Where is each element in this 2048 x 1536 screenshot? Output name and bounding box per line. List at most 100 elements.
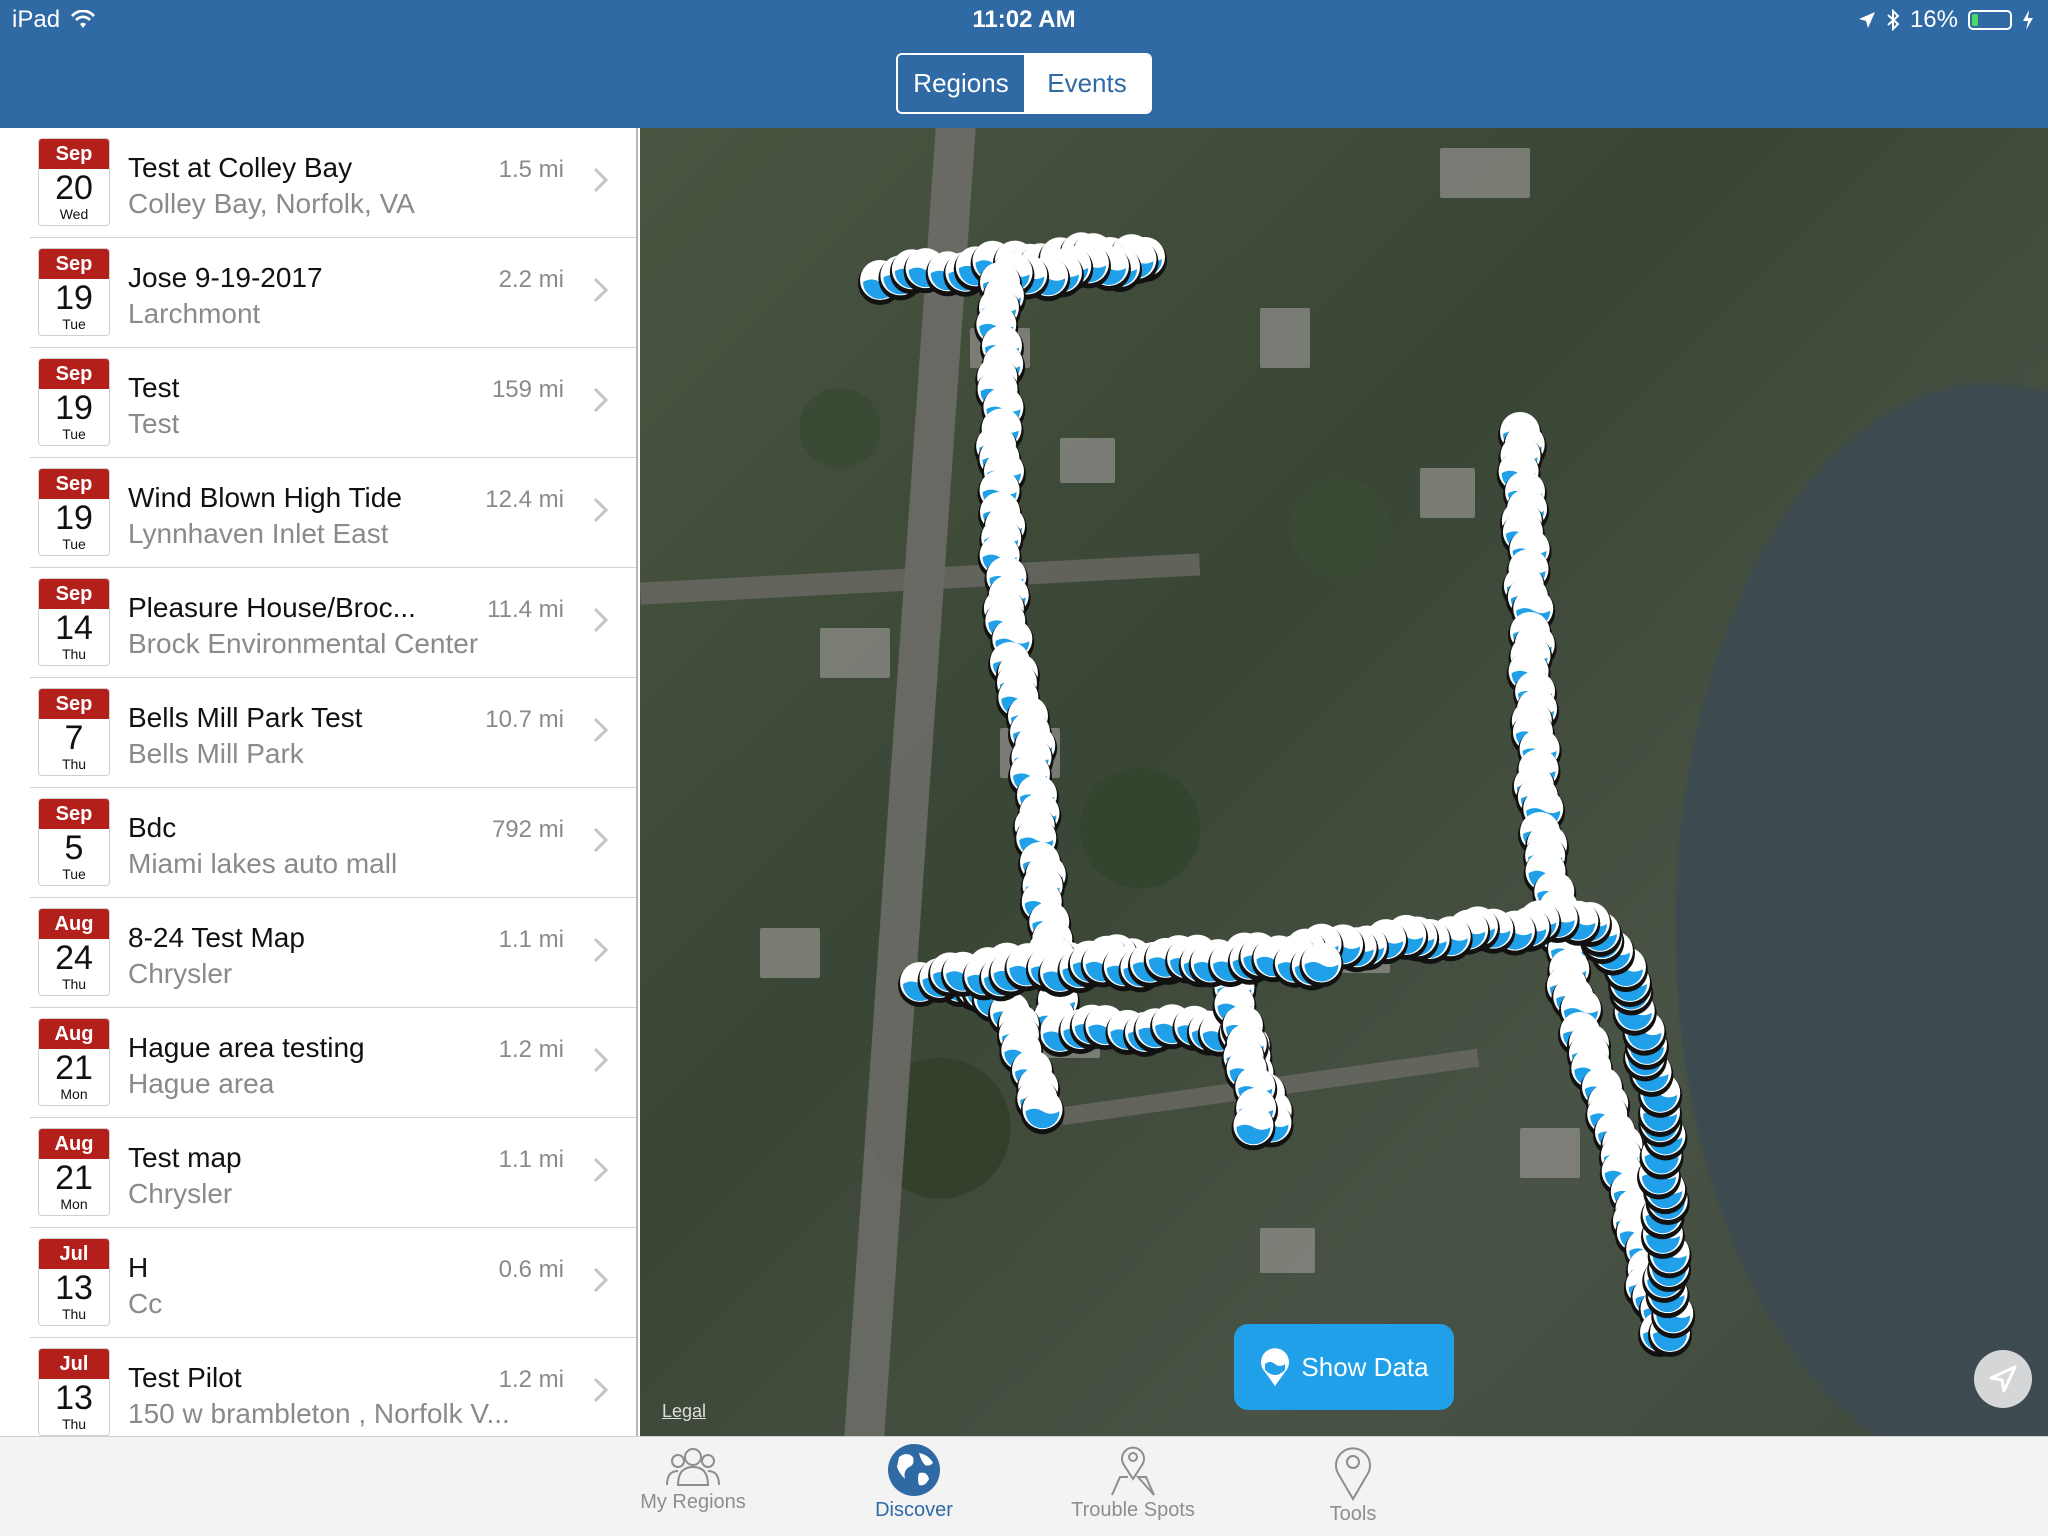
event-row[interactable]: Sep 7 Thu Bells Mill Park Test Bells Mill Pa… <box>30 678 636 788</box>
event-location: Chrysler <box>128 958 233 989</box>
segment-regions[interactable]: Regions <box>898 55 1024 112</box>
calendar-date-icon: Sep 19 Tue <box>38 248 110 336</box>
chevron-right-icon <box>593 607 609 633</box>
calendar-date-icon: Sep 20 Wed <box>38 138 110 226</box>
people-icon <box>666 1448 720 1486</box>
event-row[interactable]: Sep 5 Tue Bdc Miami lakes auto mall 792 mi <box>30 788 636 898</box>
location-arrow-icon <box>1858 12 1875 28</box>
calendar-day: 24 <box>55 939 93 977</box>
calendar-month: Sep <box>39 139 109 169</box>
event-row[interactable]: Jul 13 Thu H Cc 0.6 mi <box>30 1228 636 1338</box>
calendar-weekday: Thu <box>61 976 87 992</box>
calendar-month: Sep <box>39 469 109 499</box>
calendar-weekday: Wed <box>59 206 89 222</box>
tab-label: Tools <box>1329 1503 1377 1525</box>
tab-tools[interactable]: Tools <box>1263 1443 1443 1526</box>
calendar-weekday: Mon <box>60 1196 88 1212</box>
locate-me-button[interactable] <box>1974 1350 2032 1408</box>
chevron-right-icon <box>593 387 609 413</box>
event-location: Miami lakes auto mall <box>128 848 398 879</box>
calendar-weekday: Thu <box>61 1416 87 1432</box>
chevron-right-icon <box>593 1267 609 1293</box>
location-arrow-icon <box>1989 1365 2017 1393</box>
event-distance: 12.4 mi <box>485 486 564 513</box>
calendar-date-icon: Sep 5 Tue <box>38 798 110 886</box>
tab-my-regions[interactable]: My Regions <box>603 1443 783 1514</box>
tab-label: Discover <box>875 1499 953 1521</box>
tab-label: Trouble Spots <box>1071 1499 1195 1521</box>
event-distance: 792 mi <box>491 816 564 843</box>
calendar-month: Sep <box>39 359 109 389</box>
chevron-right-icon <box>593 277 609 303</box>
calendar-date-icon: Aug 24 Thu <box>38 908 110 996</box>
chevron-right-icon <box>593 1047 609 1073</box>
calendar-month: Aug <box>39 909 109 939</box>
regions-events-segmented-control: Regions Events <box>896 53 1152 114</box>
event-row[interactable]: Sep 20 Wed Test at Colley Bay Colley Bay, No… <box>30 128 636 238</box>
chevron-right-icon <box>593 937 609 963</box>
event-location: Lynnhaven Inlet East <box>128 518 389 549</box>
calendar-day: 19 <box>55 499 93 537</box>
status-time: 11:02 AM <box>972 6 1076 33</box>
event-distance: 2.2 mi <box>498 266 564 293</box>
calendar-date-icon: Jul 13 Thu <box>38 1348 110 1436</box>
calendar-day: 7 <box>64 719 84 757</box>
event-row[interactable]: Jul 13 Thu Test Pilot 150 w brambleton , Nor… <box>30 1338 636 1436</box>
calendar-weekday: Tue <box>62 536 86 552</box>
calendar-month: Sep <box>39 249 109 279</box>
calendar-day: 21 <box>55 1049 93 1087</box>
calendar-date-icon: Sep 19 Tue <box>38 358 110 446</box>
calendar-weekday: Thu <box>61 1306 87 1322</box>
event-title: Jose 9-19-2017 <box>128 262 323 293</box>
event-title: H <box>128 1252 149 1283</box>
charging-icon <box>2023 10 2033 30</box>
calendar-day: 19 <box>55 279 93 317</box>
chevron-right-icon <box>593 717 609 743</box>
event-distance: 1.2 mi <box>498 1036 564 1063</box>
event-distance: 159 mi <box>491 376 564 403</box>
event-title: Test at Colley Bay <box>128 152 353 183</box>
event-location: Chrysler <box>128 1178 233 1209</box>
event-title: Test Pilot <box>128 1362 242 1393</box>
event-distance: 1.1 mi <box>498 1146 564 1173</box>
nav-header: iPad 11:02 AM 16% Regions Events <box>0 0 2048 128</box>
event-row[interactable]: Sep 19 Tue Jose 9-19-2017 Larchmont 2.2 mi <box>30 238 636 348</box>
calendar-month: Aug <box>39 1019 109 1049</box>
map-pin-icon <box>1111 1446 1155 1496</box>
event-title: Hague area testing <box>128 1032 365 1063</box>
tab-trouble-spots[interactable]: Trouble Spots <box>1043 1443 1223 1522</box>
event-title: Pleasure House/Broc... <box>128 592 416 623</box>
event-location: 150 w brambleton , Norfolk V... <box>128 1398 510 1429</box>
event-distance: 11.4 mi <box>487 596 564 623</box>
calendar-day: 21 <box>55 1159 93 1197</box>
event-location: Hague area <box>128 1068 275 1099</box>
calendar-weekday: Mon <box>60 1086 88 1102</box>
map-view[interactable]: Legal Show Data <box>640 128 2048 1436</box>
event-row[interactable]: Sep 19 Tue Test Test 159 mi <box>30 348 636 458</box>
event-row[interactable]: Aug 24 Thu 8-24 Test Map Chrysler 1.1 mi <box>30 898 636 1008</box>
battery-icon <box>1968 10 2012 30</box>
segment-events[interactable]: Events <box>1024 55 1150 112</box>
event-row[interactable]: Aug 21 Mon Test map Chrysler 1.1 mi <box>30 1118 636 1228</box>
event-row[interactable]: Sep 14 Thu Pleasure House/Broc... Brock Envi… <box>30 568 636 678</box>
calendar-day: 13 <box>55 1269 93 1307</box>
event-location: Larchmont <box>128 298 261 329</box>
calendar-day: 5 <box>64 829 84 867</box>
calendar-month: Aug <box>39 1129 109 1159</box>
events-list[interactable]: Sep 20 Wed Test at Colley Bay Colley Bay, No… <box>0 128 638 1436</box>
chevron-right-icon <box>593 1157 609 1183</box>
legal-link[interactable]: Legal <box>662 1401 706 1422</box>
chevron-right-icon <box>593 497 609 523</box>
tab-discover[interactable]: Discover <box>824 1443 1004 1522</box>
event-row[interactable]: Sep 19 Tue Wind Blown High Tide Lynnhaven In… <box>30 458 636 568</box>
calendar-day: 19 <box>55 389 93 427</box>
show-data-button[interactable]: Show Data <box>1234 1324 1454 1410</box>
event-title: Bells Mill Park Test <box>128 702 363 733</box>
show-data-label: Show Data <box>1301 1351 1429 1382</box>
calendar-weekday: Tue <box>62 426 86 442</box>
calendar-month: Sep <box>39 799 109 829</box>
tab-bar: My Regions Discover Trouble Spots Tools <box>0 1436 2048 1536</box>
calendar-weekday: Thu <box>61 756 87 772</box>
event-row[interactable]: Aug 21 Mon Hague area testing Hague area 1.2 … <box>30 1008 636 1118</box>
event-title: Bdc <box>128 812 177 843</box>
